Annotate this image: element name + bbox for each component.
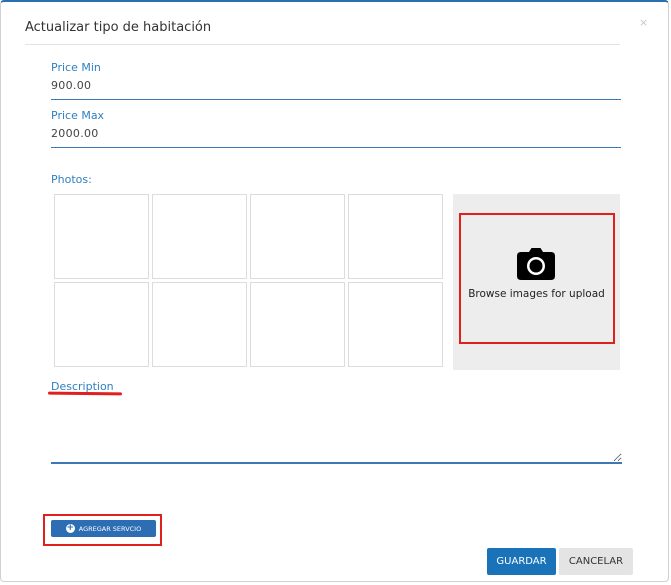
photo-slot[interactable] xyxy=(250,282,345,367)
price-max-underline xyxy=(51,147,621,148)
modal-title: Actualizar tipo de habitación xyxy=(25,20,212,35)
price-min-input[interactable]: 900.00 xyxy=(51,79,91,92)
save-button[interactable]: GUARDAR xyxy=(487,548,556,575)
photo-slot[interactable] xyxy=(54,282,149,367)
cancel-button[interactable]: CANCELAR xyxy=(559,548,633,575)
photo-slot[interactable] xyxy=(152,194,247,279)
photo-slot[interactable] xyxy=(250,194,345,279)
description-red-annotation xyxy=(47,391,123,396)
price-max-label: Price Max xyxy=(51,109,105,122)
add-service-label: AGREGAR SERVCIO xyxy=(78,524,142,533)
title-divider xyxy=(25,44,620,45)
photo-grid xyxy=(54,194,446,368)
price-max-input[interactable]: 2000.00 xyxy=(51,127,99,140)
photo-slot[interactable] xyxy=(152,282,247,367)
upload-text: Browse images for upload xyxy=(468,288,605,300)
add-service-button[interactable]: + AGREGAR SERVCIO xyxy=(51,520,156,537)
update-room-type-modal: Actualizar tipo de habitación × Price Mi… xyxy=(0,0,669,582)
camera-icon xyxy=(516,247,556,285)
price-min-label: Price Min xyxy=(51,61,101,74)
close-icon[interactable]: × xyxy=(639,16,648,29)
photo-slot[interactable] xyxy=(54,194,149,279)
description-textarea[interactable] xyxy=(51,400,622,464)
plus-circle-icon: + xyxy=(65,523,75,533)
photo-slot[interactable] xyxy=(348,194,443,279)
price-min-underline xyxy=(51,99,621,100)
photos-label: Photos: xyxy=(51,173,92,186)
photo-slot[interactable] xyxy=(348,282,443,367)
